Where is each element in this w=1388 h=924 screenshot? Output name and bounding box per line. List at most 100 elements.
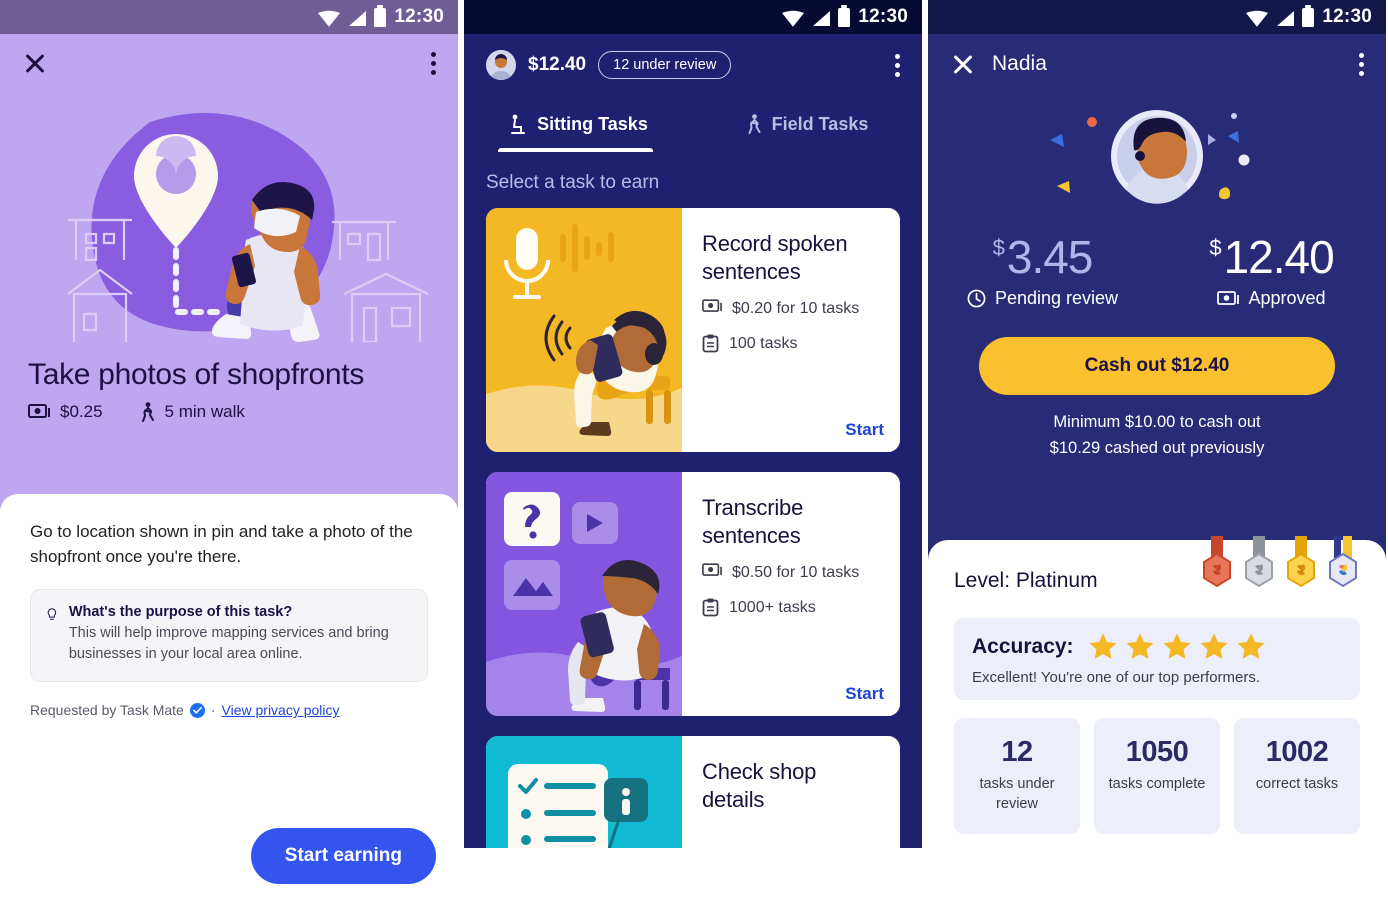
pending-label: Pending review: [994, 288, 1119, 308]
tab-label: Field Tasks: [771, 113, 869, 134]
previous-cashout-note: $10.29 cashed out previously: [1049, 439, 1265, 458]
approved-amount-value: $12.40: [1209, 231, 1334, 283]
money-icon: [28, 404, 50, 418]
task-card-pay: $0.20 for 10 tasks: [732, 300, 860, 317]
user-name: Nadia: [992, 52, 1047, 75]
task-card-count-row: 100 tasks: [702, 334, 884, 355]
tab-field-tasks[interactable]: Field Tasks: [693, 96, 922, 152]
privacy-policy-link[interactable]: View privacy policy: [222, 702, 340, 718]
close-icon[interactable]: [22, 50, 48, 76]
approved-earnings: $12.40 Approved: [1157, 230, 1386, 309]
level-label: Level: Platinum: [954, 569, 1098, 592]
task-detail-sheet: Go to location shown in pin and take a p…: [0, 494, 458, 924]
star-icon: [1126, 633, 1154, 659]
platinum-medal-icon: [1329, 536, 1357, 588]
task-pay: $0.25: [60, 402, 103, 421]
level-row: Level: Platinum: [954, 536, 1360, 598]
active-tab-indicator: [498, 148, 653, 152]
cellular-signal-icon: [349, 10, 367, 26]
page-title: Take photos of shopfronts: [28, 358, 365, 391]
profile-avatar-illustration: [928, 94, 1386, 224]
overflow-menu-icon[interactable]: [895, 53, 900, 77]
requested-by-label: Requested by Task Mate: [30, 702, 184, 719]
task-type-tabs: Sitting Tasks Field Tasks: [464, 96, 922, 152]
battery-icon: [1302, 4, 1315, 27]
money-icon: [702, 563, 722, 576]
start-task-link[interactable]: Start: [845, 684, 884, 704]
profile-stats-sheet: Level: Platinum Accuracy: Excellent! You…: [928, 536, 1386, 924]
wifi-icon: [1246, 10, 1269, 27]
stat-tile: 1050 tasks complete: [1094, 718, 1220, 835]
accuracy-label: Accuracy:: [972, 634, 1074, 658]
lightbulb-icon: [47, 608, 57, 621]
accuracy-subtitle: Excellent! You're one of our top perform…: [972, 669, 1261, 686]
task-card-title: Check shop details: [702, 759, 817, 812]
approved-caption: Approved: [1157, 288, 1386, 309]
top-app-bar: Nadia: [928, 34, 1386, 94]
minimum-cashout-note: Minimum $10.00 to cash out: [1053, 413, 1261, 431]
pending-caption: Pending review: [928, 288, 1157, 309]
close-icon[interactable]: [950, 51, 976, 77]
status-bar-time: 12:30: [394, 6, 444, 27]
stat-number: 12: [1001, 736, 1033, 768]
start-earning-button[interactable]: Start earning: [250, 828, 436, 884]
task-card-body: Check shop details: [682, 736, 900, 848]
star-icon: [1237, 633, 1265, 659]
purpose-answer: This will help improve mapping services …: [68, 625, 389, 663]
task-card-title: Transcribe sentences: [702, 495, 804, 548]
stat-label: tasks under review: [979, 776, 1055, 812]
task-card[interactable]: Transcribe sentences $0.50 for 10 tasks: [486, 472, 900, 716]
gold-medal-icon: [1287, 536, 1315, 588]
task-card[interactable]: Check shop details: [486, 736, 900, 848]
task-card-illustration: [486, 472, 682, 716]
section-label: Select a task to earn: [486, 172, 660, 193]
status-bar: 12:30: [0, 0, 458, 34]
under-review-pill[interactable]: 12 under review: [598, 51, 732, 79]
pending-amount-value: $3.45: [992, 231, 1094, 283]
separator-dot: ·: [210, 702, 216, 719]
stats-row: 12 tasks under review 1050 tasks complet…: [954, 718, 1360, 835]
status-bar: 12:30: [928, 0, 1386, 34]
tab-label: Sitting Tasks: [537, 113, 648, 134]
task-card-title: Record spoken sentences: [702, 231, 848, 284]
phone-screen-task-list: 12:30 $12.40 12 under review Sitting Tas…: [464, 0, 922, 848]
user-avatar-icon[interactable]: [486, 50, 516, 80]
star-icon: [1200, 633, 1228, 659]
wifi-icon: [782, 10, 805, 27]
silver-medal-icon: [1245, 536, 1273, 588]
task-purpose-box: What's the purpose of this task? This wi…: [30, 589, 428, 683]
task-card-count: 1000+ tasks: [729, 598, 816, 616]
task-card-pay-row: $0.50 for 10 tasks: [702, 563, 884, 584]
status-bar: 12:30: [464, 0, 922, 34]
clipboard-icon: [702, 334, 719, 353]
task-card[interactable]: Record spoken sentences $0.20 for 10 tas…: [486, 208, 900, 452]
phone-screen-profile-earnings: 12:30 Nadia $3.45 Pending review $12.40 …: [928, 0, 1386, 924]
task-card-illustration: [486, 736, 682, 848]
task-description: Go to location shown in pin and take a p…: [30, 522, 413, 566]
walking-person-icon: [748, 114, 761, 134]
approved-label: Approved: [1248, 288, 1326, 308]
task-illustration: [0, 92, 458, 342]
top-app-bar: [0, 34, 458, 92]
task-card-body: Record spoken sentences $0.20 for 10 tas…: [682, 208, 900, 452]
overflow-menu-icon[interactable]: [1359, 52, 1364, 76]
star-icon: [1089, 633, 1117, 659]
cash-out-notes: Minimum $10.00 to cash out $10.29 cashed…: [928, 409, 1386, 462]
currency-symbol: $: [992, 235, 1005, 260]
cellular-signal-icon: [813, 10, 831, 26]
stat-number: 1002: [1265, 736, 1329, 768]
task-card-illustration: [486, 208, 682, 452]
status-bar-time: 12:30: [858, 6, 908, 27]
overflow-menu-icon[interactable]: [431, 51, 436, 75]
task-card-body: Transcribe sentences $0.50 for 10 tasks: [682, 472, 900, 716]
tab-sitting-tasks[interactable]: Sitting Tasks: [464, 96, 693, 152]
earnings-summary: $3.45 Pending review $12.40 Approved: [928, 224, 1386, 309]
stat-label: correct tasks: [1255, 776, 1339, 792]
stat-label: tasks complete: [1108, 776, 1206, 792]
cash-out-button[interactable]: Cash out $12.40: [979, 337, 1335, 395]
status-bar-time: 12:30: [1322, 6, 1372, 27]
bronze-medal-icon: [1203, 536, 1231, 588]
clipboard-icon: [702, 598, 719, 617]
start-task-link[interactable]: Start: [845, 420, 884, 440]
task-card-pay-row: $0.20 for 10 tasks: [702, 299, 884, 320]
